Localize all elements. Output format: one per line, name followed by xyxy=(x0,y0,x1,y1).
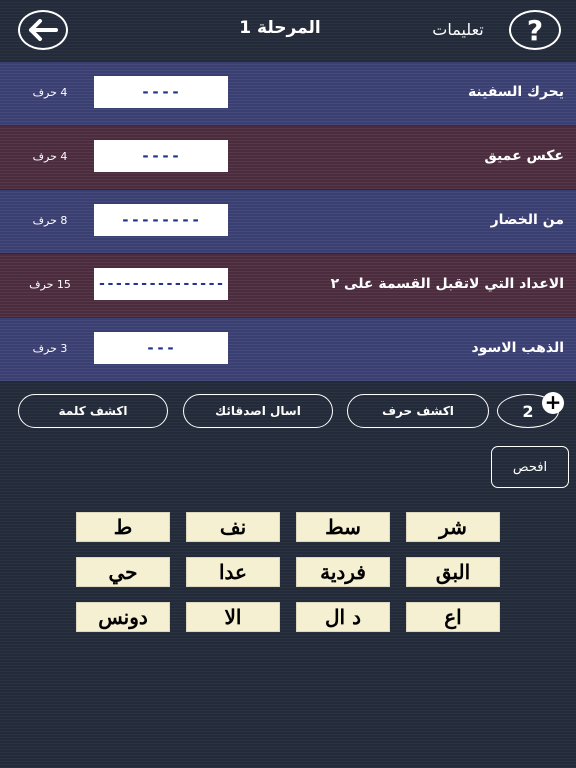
letter-tile[interactable]: د ال xyxy=(296,602,390,632)
reveal-word-button[interactable]: اكشف كلمة xyxy=(18,394,168,428)
clue-row: الاعداد التي لاتقبل القسمة على ٢ -------… xyxy=(0,254,576,317)
ask-friends-button[interactable]: اسال اصدقائك xyxy=(183,394,333,428)
clue-text: يحرك السفينة xyxy=(467,84,564,100)
help-button[interactable]: ? xyxy=(509,10,561,50)
letter-tile[interactable]: عدا xyxy=(186,557,280,587)
letter-count: 4 حرف xyxy=(32,150,68,163)
level-title: المرحلة 1 xyxy=(239,18,321,38)
answer-field[interactable]: ---- xyxy=(94,76,228,108)
clue-row: عكس عميق ---- 4 حرف xyxy=(0,126,576,189)
answer-placeholder: --------------- xyxy=(97,276,225,292)
letter-count: 4 حرف xyxy=(32,86,68,99)
clue-row: يحرك السفينة ---- 4 حرف xyxy=(0,62,576,125)
letter-tile[interactable]: ط xyxy=(76,512,170,542)
letter-tile[interactable]: دونس xyxy=(76,602,170,632)
question-mark-icon: ? xyxy=(526,13,544,47)
letter-tile[interactable]: فردية xyxy=(296,557,390,587)
answer-placeholder: ---- xyxy=(140,147,182,165)
letter-tile[interactable]: سط xyxy=(296,512,390,542)
answer-field[interactable]: --- xyxy=(94,332,228,364)
answer-placeholder: --- xyxy=(145,339,177,357)
letter-count: 3 حرف xyxy=(32,342,68,355)
reveal-letter-button[interactable]: اكشف حرف xyxy=(347,394,489,428)
letter-tile[interactable]: حي xyxy=(76,557,170,587)
arrow-left-icon xyxy=(29,19,58,41)
letter-tile[interactable]: الا xyxy=(186,602,280,632)
check-button[interactable]: افحص xyxy=(491,446,569,488)
clue-row: من الخضار -------- 8 حرف xyxy=(0,190,576,253)
letter-tile[interactable]: البق xyxy=(406,557,500,587)
letter-tile[interactable]: نف xyxy=(186,512,280,542)
clue-text: الذهب الاسود xyxy=(471,340,565,356)
letter-count: 8 حرف xyxy=(32,214,68,227)
answer-placeholder: ---- xyxy=(140,83,182,101)
clue-row: الذهب الاسود --- 3 حرف xyxy=(0,318,576,381)
hint-count: 2 xyxy=(522,401,534,421)
letter-tile[interactable]: شر xyxy=(406,512,500,542)
instructions-link[interactable]: تعليمات xyxy=(418,20,498,39)
clue-text: الاعداد التي لاتقبل القسمة على ٢ xyxy=(330,276,564,292)
back-button[interactable] xyxy=(18,10,68,50)
answer-field[interactable]: --------------- xyxy=(94,268,228,300)
clue-text: عكس عميق xyxy=(484,148,564,164)
answer-placeholder: -------- xyxy=(120,211,202,229)
letter-count: 15 حرف xyxy=(29,278,71,291)
plus-icon[interactable]: + xyxy=(542,392,564,414)
clue-text: من الخضار xyxy=(490,212,564,228)
answer-field[interactable]: -------- xyxy=(94,204,228,236)
answer-field[interactable]: ---- xyxy=(94,140,228,172)
top-bar: المرحلة 1 تعليمات ? xyxy=(0,0,576,62)
letter-tile[interactable]: اع xyxy=(406,602,500,632)
